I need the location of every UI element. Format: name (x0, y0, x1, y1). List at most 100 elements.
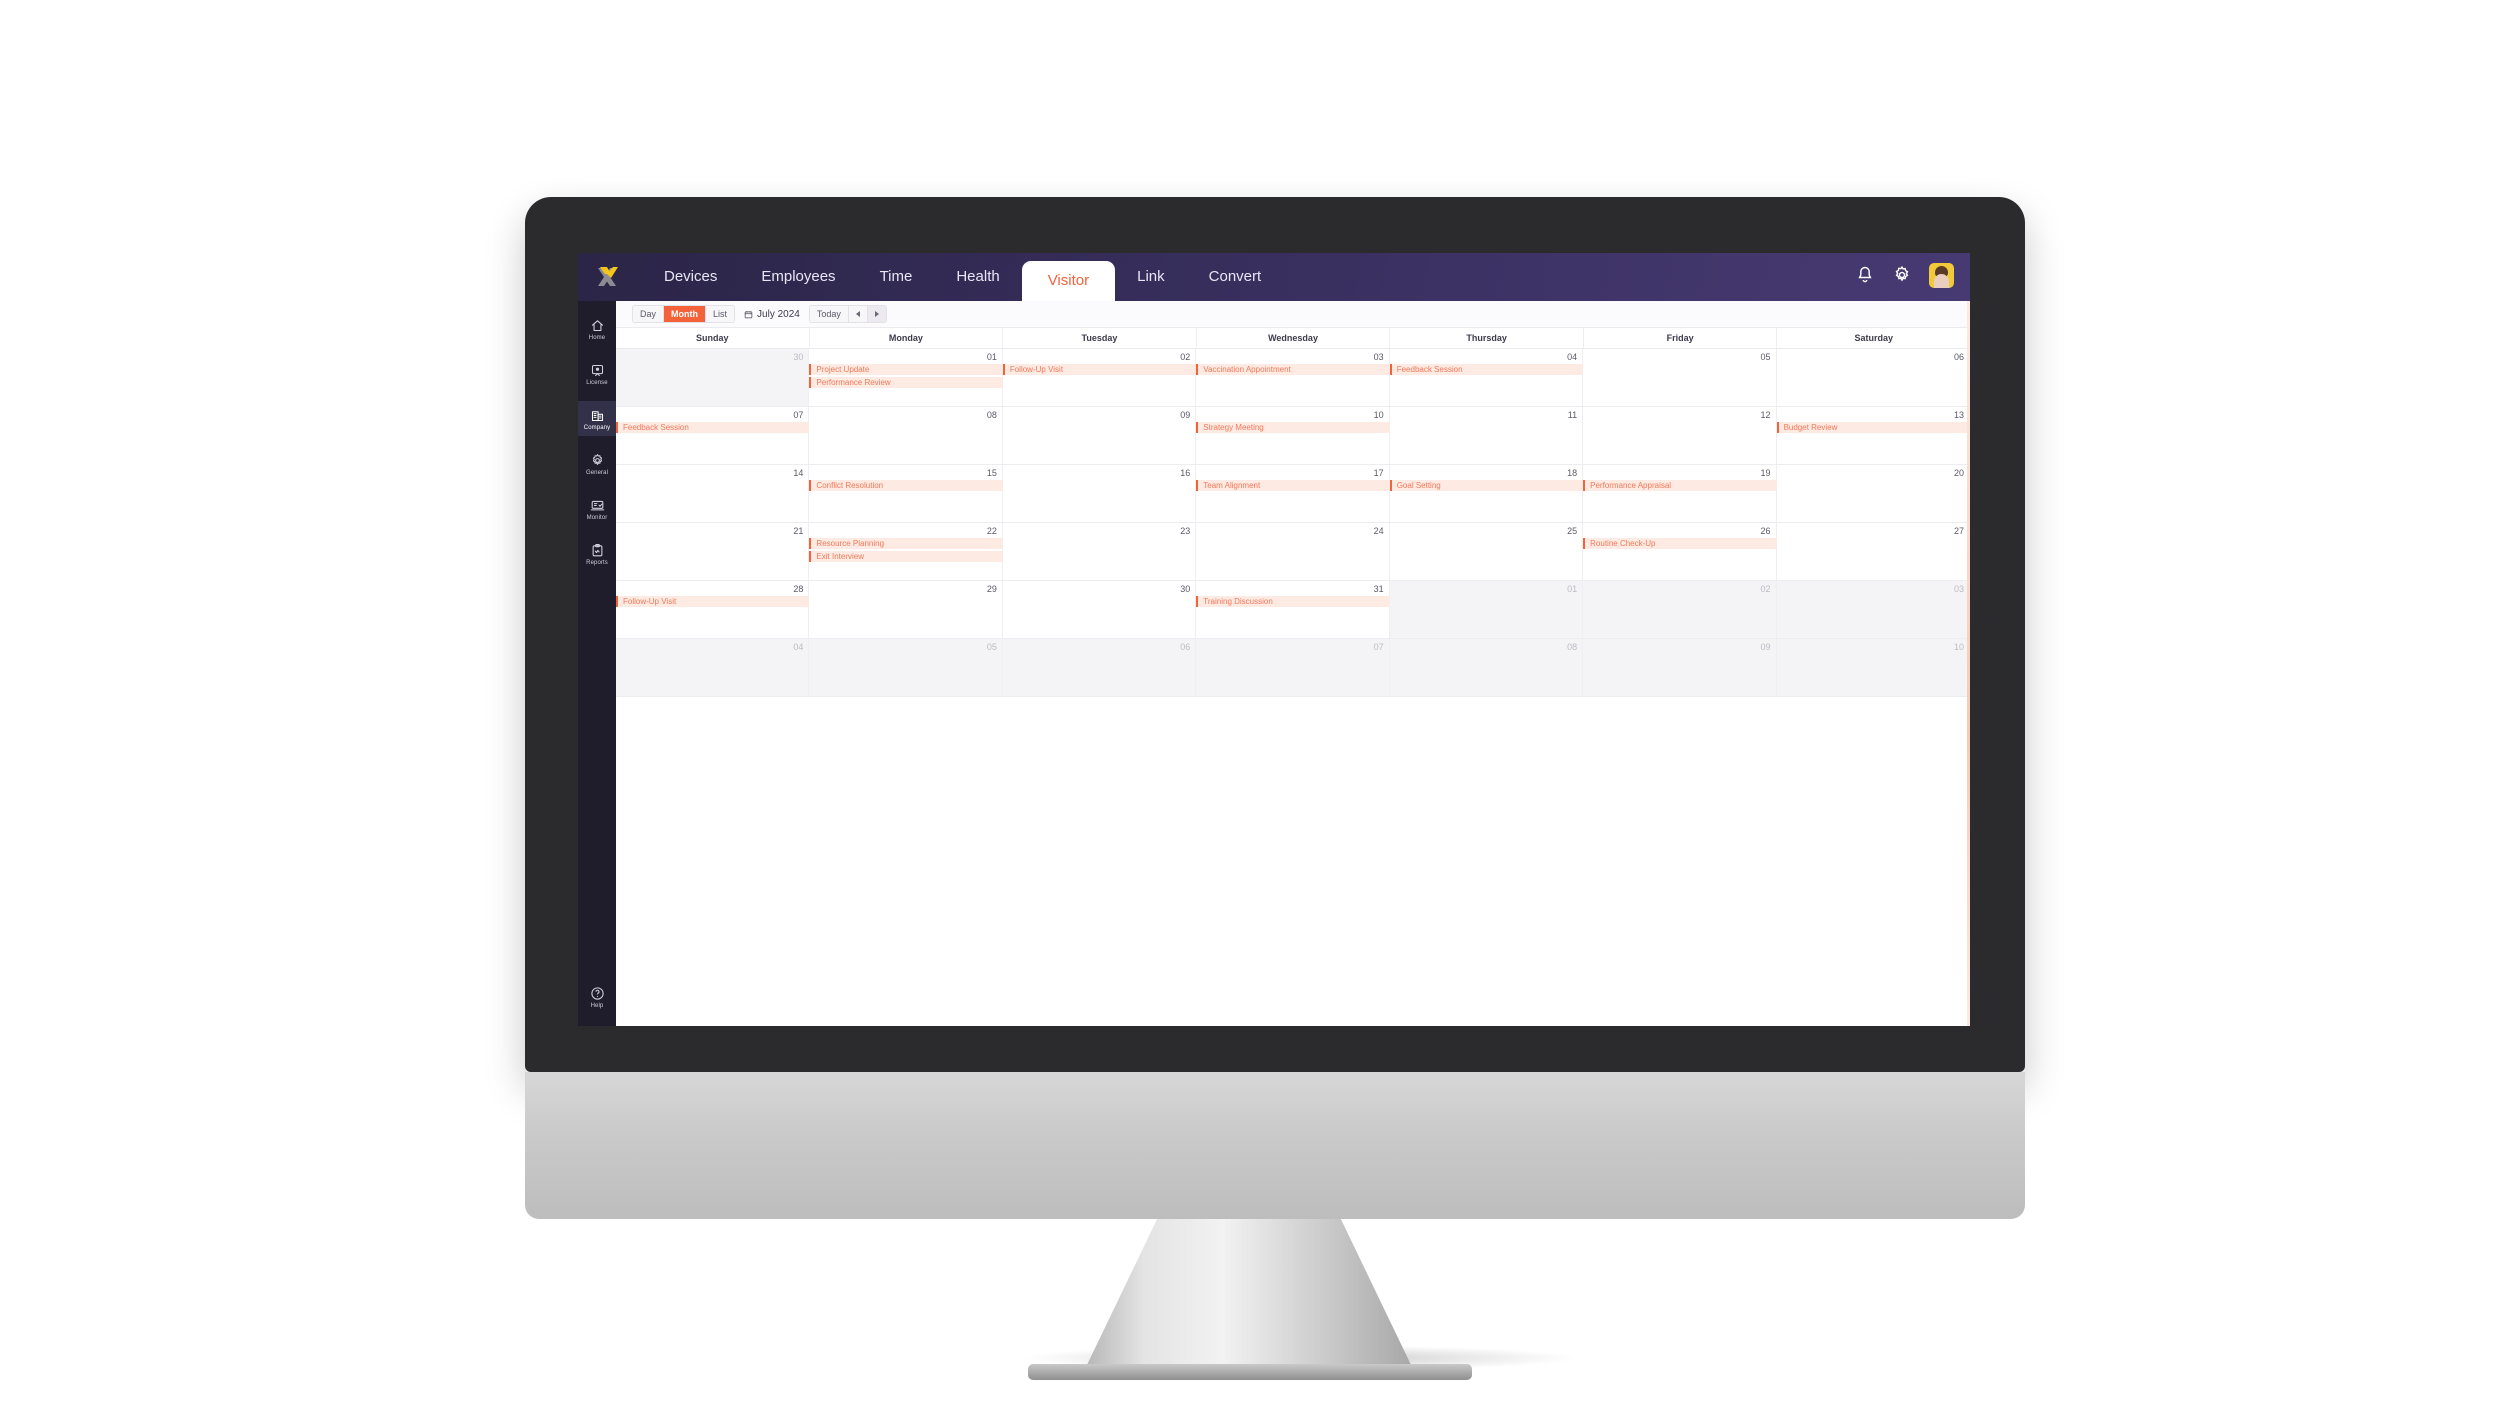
gear-icon[interactable] (1892, 265, 1912, 285)
sidebar-item-home[interactable]: Home (578, 311, 616, 346)
day-cell[interactable]: 03 (1196, 349, 1390, 406)
day-cell[interactable]: 02 (1583, 581, 1777, 638)
calendar-event[interactable]: Goal Setting (1389, 480, 1584, 491)
day-cell[interactable]: 09 (1002, 407, 1197, 464)
avatar[interactable] (1929, 262, 1954, 288)
app-body: Home License Company General Monitor Reports … (578, 301, 1970, 1026)
day-cell[interactable]: 01 (1389, 581, 1584, 638)
day-cell[interactable]: 05 (1583, 349, 1777, 406)
day-cell[interactable]: 16 (1002, 465, 1197, 522)
calendar-event[interactable]: Vaccination Appointment (1196, 364, 1390, 375)
day-cell[interactable]: 04 (1389, 349, 1584, 406)
day-cell[interactable]: 10 (1776, 639, 1970, 696)
day-cell[interactable]: 02 (1002, 349, 1197, 406)
day-cell[interactable]: 12 (1583, 407, 1777, 464)
sidebar-item-license[interactable]: License (578, 356, 616, 391)
day-cell[interactable]: 20 (1776, 465, 1970, 522)
app-logo[interactable] (578, 253, 636, 301)
calendar-event[interactable]: Conflict Resolution (809, 480, 1003, 491)
day-cell[interactable]: 06 (1776, 349, 1970, 406)
day-cell[interactable]: 25 (1389, 523, 1584, 580)
calendar-event[interactable]: Budget Review (1776, 422, 1970, 433)
day-cell[interactable]: 04 (616, 639, 810, 696)
calendar-event[interactable]: Strategy Meeting (1196, 422, 1390, 433)
day-cell[interactable]: 03 (1776, 581, 1970, 638)
calendar-event[interactable]: Project Update (809, 364, 1003, 375)
nav-tab-visitor[interactable]: Visitor (1021, 261, 1116, 301)
view-button-list[interactable]: List (706, 306, 735, 322)
view-button-day[interactable]: Day (633, 306, 665, 322)
nav-tab-employees[interactable]: Employees (739, 253, 857, 301)
next-arrow-icon (874, 311, 879, 317)
day-cell[interactable]: 29 (809, 581, 1003, 638)
day-of-week-header: Sunday Monday Tuesday Wednesday Thursday Frid… (616, 327, 1970, 349)
day-number: 07 (1373, 642, 1384, 652)
screenshot-stage: { "topbar": { "logo_name": "x-logo-icon"… (0, 0, 2500, 1406)
day-number: 01 (1567, 584, 1578, 594)
day-number: 20 (1953, 468, 1964, 478)
calendar-week-row: 30 01 02 03 04 05 06 Project Update Performance … (616, 349, 1970, 407)
day-cell[interactable]: 10 (1196, 407, 1390, 464)
day-cell[interactable]: 23 (1002, 523, 1197, 580)
calendar-event[interactable]: Feedback Session (616, 422, 810, 433)
sidebar-item-reports[interactable]: Reports (578, 536, 616, 571)
day-cell[interactable]: 24 (1196, 523, 1390, 580)
day-number: 13 (1953, 410, 1964, 420)
day-cell[interactable]: 08 (1389, 639, 1584, 696)
next-period-button[interactable] (867, 306, 886, 322)
calendar-event[interactable]: Routine Check-Up (1583, 538, 1777, 549)
calendar-event[interactable]: Team Alignment (1196, 480, 1390, 491)
sidebar-item-monitor[interactable]: Monitor (578, 491, 616, 526)
sidebar-item-general[interactable]: General (578, 446, 616, 481)
sidebar-item-company[interactable]: Company (578, 401, 616, 436)
day-cell[interactable]: 14 (616, 465, 810, 522)
sidebar-item-help[interactable]: Help (578, 979, 616, 1014)
day-cell[interactable]: 28 (616, 581, 810, 638)
nav-tab-link[interactable]: Link (1115, 253, 1187, 301)
day-cell[interactable]: 09 (1583, 639, 1777, 696)
day-number: 05 (1760, 352, 1771, 362)
day-number: 10 (1373, 410, 1384, 420)
day-cell[interactable]: 18 (1389, 465, 1584, 522)
day-cell[interactable]: 19 (1583, 465, 1777, 522)
day-cell[interactable]: 05 (809, 639, 1003, 696)
calendar-event[interactable]: Follow-Up Visit (616, 596, 810, 607)
calendar-week-row: 04 05 06 07 08 09 10 (616, 639, 1970, 697)
calendar-event[interactable]: Follow-Up Visit (1002, 364, 1197, 375)
day-cell[interactable]: 07 (1196, 639, 1390, 696)
calendar-event[interactable]: Training Discussion (1196, 596, 1390, 607)
calendar-event[interactable]: Exit Interview (809, 551, 1003, 562)
day-cell[interactable]: 17 (1196, 465, 1390, 522)
day-number: 04 (1567, 352, 1578, 362)
nav-tab-devices[interactable]: Devices (642, 253, 739, 301)
nav-tab-time[interactable]: Time (858, 253, 935, 301)
day-cell[interactable]: 11 (1389, 407, 1584, 464)
day-cell[interactable]: 15 (809, 465, 1003, 522)
day-header-thursday: Thursday (1390, 328, 1584, 348)
day-cell[interactable]: 13 (1776, 407, 1970, 464)
day-cell[interactable]: 07 (616, 407, 810, 464)
nav-tab-health[interactable]: Health (934, 253, 1021, 301)
building-icon (591, 411, 603, 422)
day-cell[interactable]: 30 (1002, 581, 1197, 638)
day-cell[interactable]: 08 (809, 407, 1003, 464)
day-cell[interactable]: 27 (1776, 523, 1970, 580)
calendar-event[interactable]: Resource Planning (809, 538, 1003, 549)
day-cell[interactable]: 30 (616, 349, 810, 406)
prev-arrow-icon (855, 311, 860, 317)
monitor-stand-base (1028, 1364, 1472, 1380)
day-number: 15 (986, 468, 997, 478)
day-cell[interactable]: 31 (1196, 581, 1390, 638)
license-badge-icon (591, 364, 603, 377)
calendar-event[interactable]: Performance Appraisal (1583, 480, 1777, 491)
day-cell[interactable]: 26 (1583, 523, 1777, 580)
calendar-event[interactable]: Feedback Session (1389, 364, 1584, 375)
day-cell[interactable]: 21 (616, 523, 810, 580)
today-button[interactable]: Today (809, 306, 849, 322)
day-cell[interactable]: 06 (1002, 639, 1197, 696)
bell-icon[interactable] (1855, 265, 1875, 285)
nav-tab-convert[interactable]: Convert (1187, 253, 1284, 301)
calendar-event[interactable]: Performance Review (809, 377, 1003, 388)
view-button-month[interactable]: Month (664, 306, 707, 322)
prev-period-button[interactable] (848, 306, 868, 322)
